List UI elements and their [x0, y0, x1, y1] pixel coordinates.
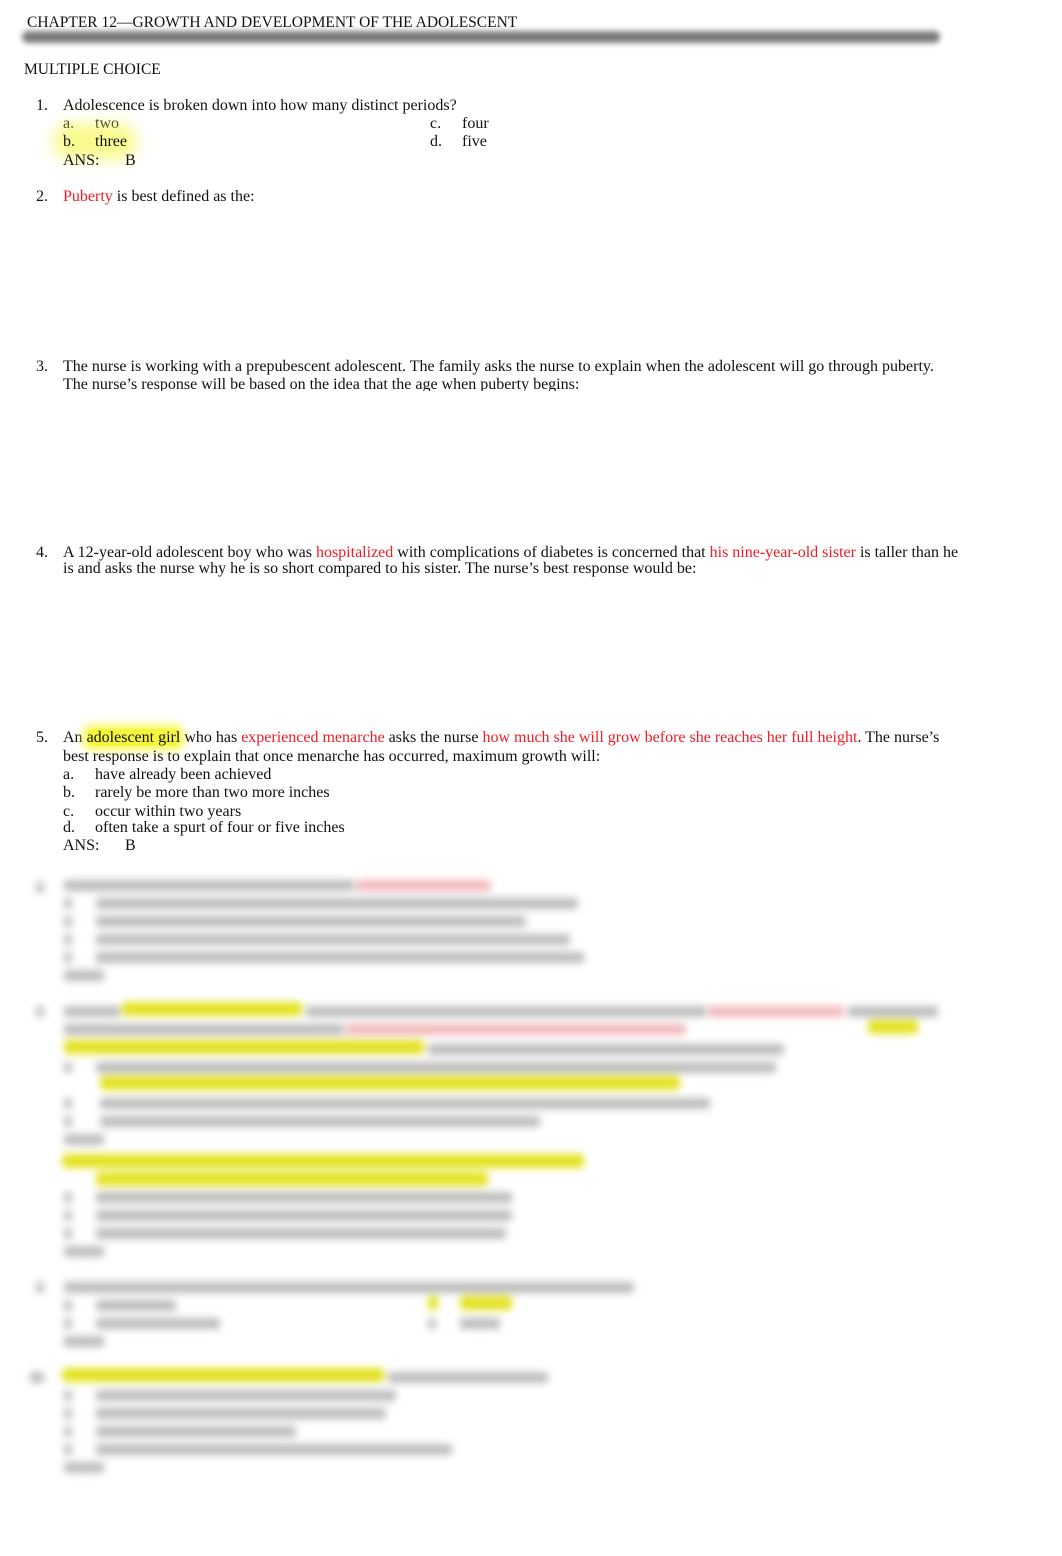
- section-title: MULTIPLE CHOICE: [24, 61, 161, 78]
- question-text-line-2: is and asks the nurse why he is so short…: [63, 560, 697, 577]
- option-d[interactable]: d. often take a spurt of four or five inc…: [63, 819, 345, 837]
- option-letter: b.: [63, 133, 75, 150]
- text-segment: . The nurse’s: [857, 729, 940, 746]
- emphasis-text: how much she will grow before she reache…: [482, 729, 858, 746]
- text-segment: A 12-year-old adolescent boy who was: [63, 544, 316, 561]
- option-b[interactable]: b. three: [63, 133, 127, 151]
- text-segment: is taller than he: [855, 544, 959, 561]
- question-text-line-2: best response is to explain that once me…: [63, 748, 601, 765]
- question-text-line-1: An adolescent girl who has experienced m…: [63, 729, 939, 747]
- blurred-preview-content: [0, 860, 1062, 1500]
- option-c[interactable]: c. four: [430, 115, 489, 133]
- text-segment: is best defined as the:: [112, 188, 255, 205]
- chapter-title: CHAPTER 12—GROWTH AND DEVELOPMENT OF THE…: [27, 14, 518, 31]
- option-a[interactable]: a. have already been achieved: [63, 766, 271, 784]
- option-a[interactable]: a. two: [63, 115, 119, 133]
- chapter-divider-bar: [22, 31, 940, 43]
- question-number: 3.: [36, 358, 48, 375]
- emphasis-text: Puberty: [63, 188, 113, 205]
- option-text: rarely be more than two more inches: [95, 784, 330, 801]
- option-letter: b.: [63, 784, 75, 801]
- answer-label: ANS:: [63, 837, 100, 854]
- answer-line: ANS: B: [63, 837, 136, 855]
- option-text: occur within two years: [95, 803, 242, 820]
- emphasis-text: his nine-year-old sister: [709, 544, 856, 561]
- answer-line: ANS: B: [63, 152, 136, 170]
- question-text: Adolescence is broken down into how many…: [63, 97, 457, 114]
- option-letter: a.: [63, 115, 75, 132]
- option-text: often take a spurt of four or five inche…: [95, 819, 345, 836]
- highlighted-text: adolescent girl: [86, 729, 181, 746]
- option-letter: d.: [430, 133, 442, 150]
- emphasis-text: experienced menarche: [241, 729, 385, 746]
- answer-value: B: [125, 152, 136, 169]
- text-segment: asks the nurse: [384, 729, 483, 746]
- question-number: 1.: [36, 97, 48, 114]
- emphasis-text: hospitalized: [315, 544, 394, 561]
- question-number: 2.: [36, 188, 48, 205]
- question-number: 4.: [36, 544, 48, 561]
- question-number: 5.: [36, 729, 48, 746]
- text-segment: An: [63, 729, 87, 746]
- answer-value: B: [125, 837, 136, 854]
- option-text: three: [95, 133, 127, 150]
- text-segment: who has: [180, 729, 242, 746]
- question-text-line-2: The nurse’s response will be based on th…: [63, 376, 580, 391]
- option-text: four: [462, 115, 489, 132]
- answer-label: ANS:: [63, 152, 100, 169]
- option-letter: c.: [430, 115, 442, 132]
- question-text-line-1: The nurse is working with a prepubescent…: [63, 358, 934, 375]
- option-text: five: [462, 133, 487, 150]
- option-text: have already been achieved: [95, 766, 272, 783]
- question-text: Puberty is best defined as the:: [63, 188, 255, 206]
- text-segment: with complications of diabetes is concer…: [393, 544, 710, 561]
- option-letter: d.: [63, 819, 75, 836]
- option-b[interactable]: b. rarely be more than two more inches: [63, 784, 330, 802]
- option-d[interactable]: d. five: [430, 133, 487, 151]
- option-text: two: [95, 115, 119, 132]
- option-letter: a.: [63, 766, 75, 783]
